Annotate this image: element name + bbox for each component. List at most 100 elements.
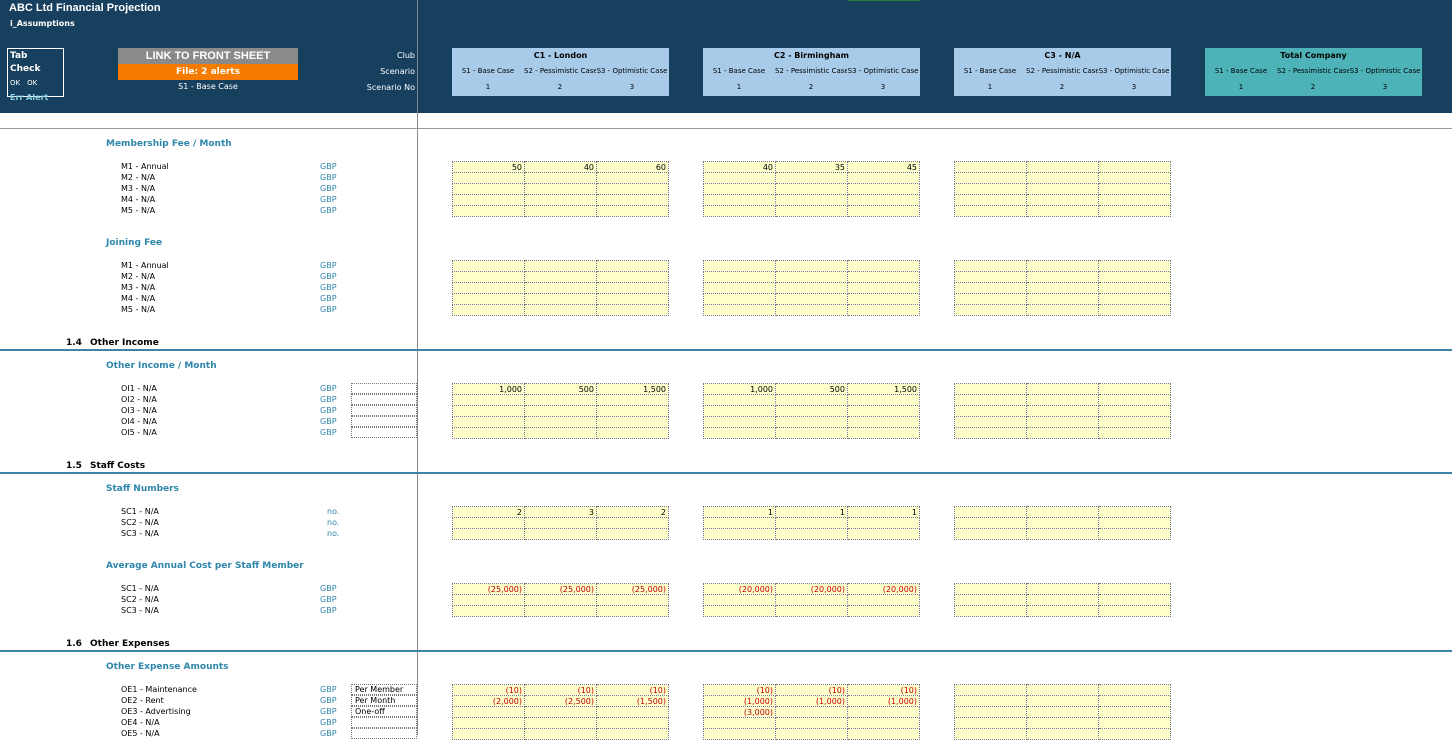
input-cell[interactable] bbox=[703, 183, 776, 195]
input-cell[interactable] bbox=[596, 194, 669, 206]
input-cell[interactable] bbox=[703, 293, 776, 305]
input-cell[interactable] bbox=[596, 183, 669, 195]
input-cell[interactable] bbox=[954, 594, 1027, 606]
input-cell[interactable] bbox=[847, 706, 920, 718]
input-cell[interactable]: (2,500) bbox=[524, 695, 597, 707]
input-cell[interactable] bbox=[775, 394, 848, 406]
input-cell[interactable] bbox=[954, 405, 1027, 417]
input-cell[interactable] bbox=[954, 205, 1027, 217]
input-cell[interactable] bbox=[703, 728, 776, 740]
input-cell[interactable] bbox=[954, 293, 1027, 305]
input-cell[interactable] bbox=[703, 260, 776, 272]
input-cell[interactable] bbox=[847, 172, 920, 184]
input-cell[interactable] bbox=[703, 194, 776, 206]
input-cell[interactable] bbox=[1026, 717, 1099, 729]
input-cell[interactable] bbox=[775, 517, 848, 529]
input-cell[interactable] bbox=[1026, 517, 1099, 529]
input-cell[interactable] bbox=[596, 271, 669, 283]
input-cell[interactable]: (10) bbox=[524, 684, 597, 696]
input-cell[interactable] bbox=[452, 205, 525, 217]
input-cell[interactable] bbox=[596, 416, 669, 428]
input-cell[interactable] bbox=[1098, 161, 1171, 173]
input-cell[interactable] bbox=[954, 706, 1027, 718]
input-cell[interactable] bbox=[596, 293, 669, 305]
input-cell[interactable] bbox=[1098, 695, 1171, 707]
input-cell[interactable] bbox=[452, 717, 525, 729]
input-cell[interactable] bbox=[1098, 394, 1171, 406]
input-cell[interactable] bbox=[524, 293, 597, 305]
input-cell[interactable]: (3,000) bbox=[703, 706, 776, 718]
input-cell[interactable] bbox=[1026, 728, 1099, 740]
input-cell[interactable] bbox=[703, 517, 776, 529]
input-cell[interactable] bbox=[703, 605, 776, 617]
input-cell[interactable] bbox=[847, 304, 920, 316]
input-cell[interactable] bbox=[452, 293, 525, 305]
input-cell[interactable] bbox=[954, 416, 1027, 428]
input-cell[interactable] bbox=[954, 194, 1027, 206]
input-cell[interactable] bbox=[1098, 183, 1171, 195]
input-cell[interactable] bbox=[524, 394, 597, 406]
input-cell[interactable]: 500 bbox=[775, 383, 848, 395]
input-cell[interactable] bbox=[1026, 282, 1099, 294]
input-cell[interactable] bbox=[847, 416, 920, 428]
input-cell[interactable]: 50 bbox=[452, 161, 525, 173]
input-cell[interactable]: 1,000 bbox=[703, 383, 776, 395]
input-cell[interactable]: 2 bbox=[596, 506, 669, 518]
input-cell[interactable] bbox=[1098, 405, 1171, 417]
input-cell[interactable]: 1 bbox=[703, 506, 776, 518]
input-cell[interactable] bbox=[596, 605, 669, 617]
input-cell[interactable] bbox=[954, 260, 1027, 272]
input-cell[interactable]: 1,000 bbox=[452, 383, 525, 395]
basis-input[interactable] bbox=[351, 728, 417, 739]
input-cell[interactable] bbox=[703, 594, 776, 606]
input-cell[interactable] bbox=[1026, 260, 1099, 272]
input-cell[interactable] bbox=[847, 183, 920, 195]
input-cell[interactable] bbox=[1098, 416, 1171, 428]
input-cell[interactable] bbox=[524, 706, 597, 718]
input-cell[interactable] bbox=[1026, 394, 1099, 406]
input-cell[interactable] bbox=[703, 394, 776, 406]
input-cell[interactable] bbox=[775, 728, 848, 740]
input-cell[interactable] bbox=[1098, 728, 1171, 740]
input-cell[interactable] bbox=[1026, 695, 1099, 707]
input-cell[interactable] bbox=[596, 594, 669, 606]
input-cell[interactable]: 3 bbox=[524, 506, 597, 518]
input-cell[interactable]: (10) bbox=[452, 684, 525, 696]
input-cell[interactable] bbox=[1098, 205, 1171, 217]
input-cell[interactable] bbox=[1026, 183, 1099, 195]
basis-input[interactable] bbox=[351, 405, 417, 416]
input-cell[interactable] bbox=[596, 394, 669, 406]
input-cell[interactable] bbox=[775, 405, 848, 417]
input-cell[interactable] bbox=[452, 427, 525, 439]
input-cell[interactable] bbox=[954, 183, 1027, 195]
input-cell[interactable] bbox=[1098, 706, 1171, 718]
input-cell[interactable] bbox=[596, 205, 669, 217]
input-cell[interactable] bbox=[1098, 717, 1171, 729]
input-cell[interactable] bbox=[452, 594, 525, 606]
input-cell[interactable] bbox=[954, 583, 1027, 595]
input-cell[interactable] bbox=[524, 427, 597, 439]
input-cell[interactable] bbox=[1098, 304, 1171, 316]
input-cell[interactable]: (10) bbox=[775, 684, 848, 696]
input-cell[interactable] bbox=[775, 205, 848, 217]
input-cell[interactable]: (2,000) bbox=[452, 695, 525, 707]
input-cell[interactable] bbox=[1026, 427, 1099, 439]
input-cell[interactable] bbox=[452, 706, 525, 718]
input-cell[interactable] bbox=[1098, 528, 1171, 540]
input-cell[interactable] bbox=[847, 728, 920, 740]
input-cell[interactable] bbox=[452, 394, 525, 406]
input-cell[interactable] bbox=[452, 728, 525, 740]
input-cell[interactable] bbox=[847, 517, 920, 529]
input-cell[interactable]: (25,000) bbox=[452, 583, 525, 595]
input-cell[interactable]: 1,500 bbox=[596, 383, 669, 395]
input-cell[interactable] bbox=[954, 172, 1027, 184]
file-alerts-button[interactable]: File: 2 alerts bbox=[118, 64, 298, 80]
input-cell[interactable] bbox=[775, 172, 848, 184]
input-cell[interactable] bbox=[954, 427, 1027, 439]
input-cell[interactable] bbox=[452, 405, 525, 417]
input-cell[interactable] bbox=[954, 383, 1027, 395]
input-cell[interactable] bbox=[954, 528, 1027, 540]
input-cell[interactable] bbox=[1026, 194, 1099, 206]
input-cell[interactable] bbox=[1098, 194, 1171, 206]
input-cell[interactable] bbox=[1026, 405, 1099, 417]
